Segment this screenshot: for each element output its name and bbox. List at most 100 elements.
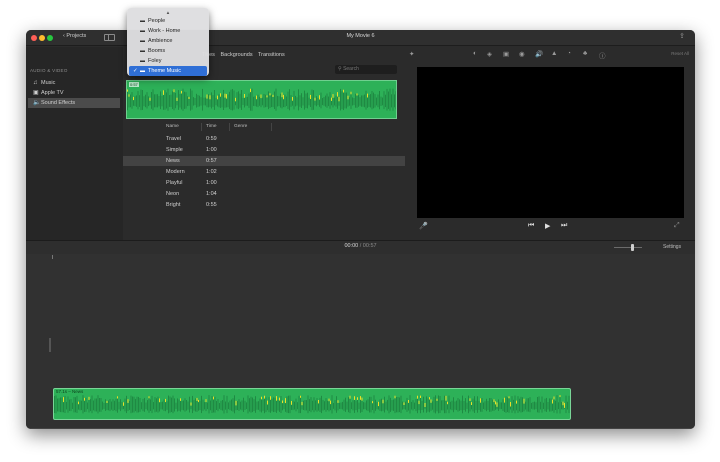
table-row[interactable]: Neon 1:04 (123, 189, 405, 199)
waveform-bar (426, 396, 427, 413)
crop-icon[interactable]: ▣ (503, 50, 509, 58)
color-balance-icon[interactable]: ◐ (473, 50, 477, 57)
waveform-bar (181, 90, 182, 110)
noise-reduction-icon[interactable]: ▲ (551, 50, 557, 57)
waveform-peak (469, 398, 471, 401)
volume-icon[interactable]: 🔊 (535, 50, 543, 58)
row-name: News (166, 158, 180, 164)
waveform-bar (118, 401, 120, 410)
menu-scroll-up-icon[interactable]: ▲ (127, 10, 209, 15)
waveform-bar (211, 396, 213, 413)
menu-item-foley[interactable]: ▬ Foley (129, 56, 207, 66)
waveform-bar (363, 402, 364, 410)
stabilization-icon[interactable]: ◉ (519, 50, 525, 58)
waveform-bar (205, 97, 206, 106)
waveform-bar (306, 400, 307, 411)
column-header-time[interactable]: Time (206, 124, 216, 129)
timeline-zoom-knob[interactable] (631, 244, 634, 251)
column-header-genre[interactable]: Genre (234, 124, 247, 129)
waveform-bar (358, 95, 359, 107)
waveform-bar (147, 400, 148, 411)
info-icon[interactable]: ⓘ (599, 50, 606, 60)
skip-forward-icon[interactable]: ⏭ (561, 222, 567, 230)
table-row[interactable]: News 0:57 (123, 156, 405, 166)
waveform-bar (462, 395, 463, 414)
waveform-bar (140, 89, 142, 111)
waveform-bar (522, 397, 523, 413)
table-row[interactable]: Modern 1:02 (123, 167, 405, 177)
waveform-bar (196, 93, 197, 108)
menu-item-theme-music[interactable]: ✓ ▬ Theme Music (129, 66, 207, 76)
microphone-icon[interactable]: 🎤 (419, 222, 428, 230)
row-time: 1:00 (206, 180, 217, 186)
table-row[interactable]: Bright 0:55 (123, 200, 405, 210)
clip-filter-icon[interactable]: ♣ (583, 50, 587, 57)
menu-item-booms[interactable]: ▬ Booms (129, 46, 207, 56)
reset-all-button[interactable]: Reset All (671, 51, 689, 56)
waveform-bar (217, 399, 219, 412)
waveform-bar (203, 97, 205, 106)
skip-back-icon[interactable]: ⏮ (528, 222, 534, 230)
waveform-bar (148, 96, 149, 107)
menu-item-ambience[interactable]: ▬ Ambience (129, 36, 207, 46)
playhead[interactable] (49, 338, 51, 352)
sidebar-item-sound-effects[interactable]: 🔈Sound Effects (28, 98, 120, 108)
table-row[interactable]: Playful 1:00 (123, 178, 405, 188)
waveform-bar (153, 402, 154, 410)
waveform-bar (396, 397, 397, 413)
timeline-area[interactable]: 57.1s – News (26, 254, 695, 429)
audio-clip[interactable]: 57.1s – News (53, 388, 571, 420)
timeline-settings-button[interactable]: Settings (663, 244, 681, 250)
sidebar-item-music[interactable]: ♫ Music (28, 78, 120, 88)
waveform-bar (460, 400, 462, 411)
play-icon[interactable]: ▶ (545, 222, 550, 230)
waveform-peak (235, 97, 236, 102)
waveform-bar (412, 400, 414, 411)
video-viewer[interactable] (417, 67, 684, 218)
menu-item-work-home[interactable]: ▬ Work - Home (129, 26, 207, 36)
waveform-bar (472, 398, 474, 412)
waveform-bar (459, 399, 460, 411)
folder-icon: ▬ (140, 68, 145, 74)
timeline-zoom-slider[interactable] (614, 247, 642, 248)
waveform-bar (187, 401, 189, 410)
waveform-bar (189, 396, 190, 413)
waveform-bar (393, 399, 394, 411)
waveform-bar (91, 395, 93, 414)
waveform-peak (300, 395, 301, 398)
waveform-bar (143, 96, 145, 107)
waveform-bar (166, 92, 167, 109)
waveform-bar (175, 402, 177, 409)
menu-item-people[interactable]: ▬ People (129, 16, 207, 26)
table-row[interactable]: Simple 1:00 (123, 145, 405, 155)
waveform-bar (151, 92, 152, 109)
tab-transitions[interactable]: Transitions (258, 52, 285, 58)
waveform-bar (390, 397, 391, 412)
waveform-bar (381, 398, 382, 412)
horizontal-scrollbar[interactable] (26, 428, 695, 429)
speed-icon[interactable]: ◔ (567, 50, 571, 57)
total-time: 00:57 (362, 243, 377, 249)
waveform-bar (219, 403, 220, 409)
magic-wand-icon[interactable]: ✦ (409, 50, 414, 58)
waveform-bar (81, 400, 82, 411)
search-input[interactable]: ⚲ Search (335, 65, 397, 74)
waveform-bar (212, 95, 214, 107)
preview-waveform[interactable]: 0:57 (126, 80, 397, 119)
waveform-peak (372, 401, 373, 404)
color-correction-icon[interactable]: ◈ (487, 50, 492, 58)
waveform-bar (370, 94, 371, 108)
sidebar-item-apple-tv[interactable]: ▣ Apple TV (28, 88, 120, 98)
waveform-bar (334, 400, 336, 411)
column-header-name[interactable]: Name (166, 124, 179, 129)
waveform-bar (185, 92, 187, 109)
waveform-bar (102, 401, 103, 410)
share-icon[interactable]: ⇪ (679, 32, 685, 40)
waveform-bar (388, 395, 390, 414)
waveform-bar (120, 399, 121, 412)
tab-backgrounds[interactable]: Backgrounds (220, 52, 252, 58)
fullscreen-icon[interactable]: ⤢ (674, 222, 680, 230)
table-row[interactable]: Travel 0:59 (123, 134, 405, 144)
waveform-bar (186, 400, 187, 411)
waveform-bar (253, 399, 255, 411)
